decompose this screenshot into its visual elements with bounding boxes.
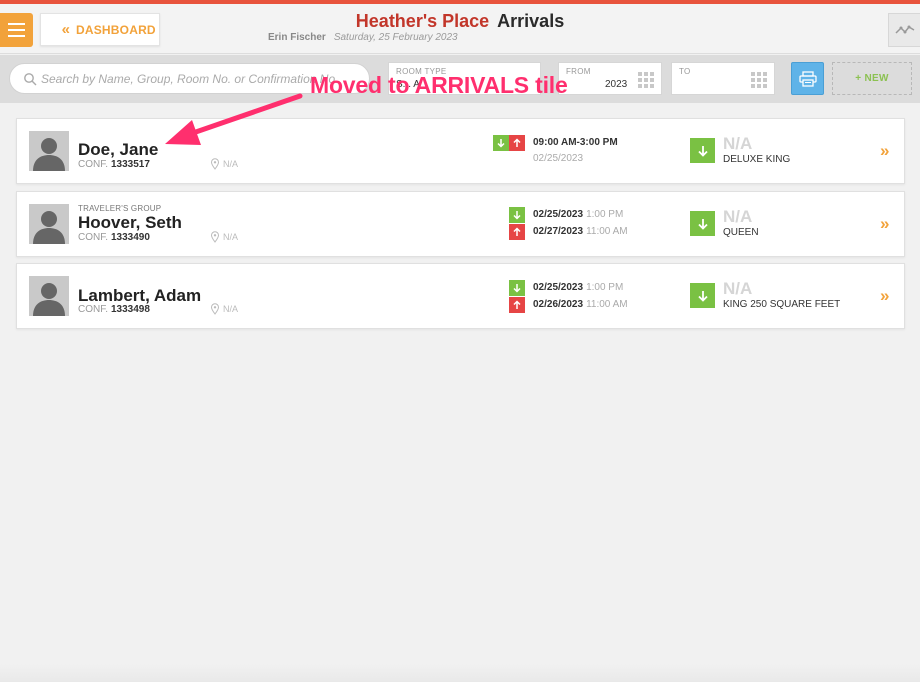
location: N/A	[210, 231, 238, 243]
avatar-icon	[29, 204, 69, 244]
grid-icon[interactable]	[751, 72, 767, 88]
departure-datetime: 02/26/2023 11:00 AM	[533, 299, 628, 310]
room-type: KING 250 SQUARE FEET	[723, 299, 841, 310]
avatar-icon	[29, 276, 69, 316]
room-number: N/A	[723, 207, 753, 226]
bottom-shade	[0, 664, 920, 682]
location-pin-icon	[210, 303, 220, 315]
from-label: FROM	[566, 67, 591, 76]
arrow-down-icon	[493, 135, 509, 151]
grid-icon[interactable]	[638, 72, 654, 88]
avatar-icon	[29, 131, 69, 171]
annotation-text: Moved to ARRIVALS tile	[310, 72, 568, 98]
from-value: 2023	[605, 79, 628, 90]
room-arrow-down-icon	[690, 138, 715, 163]
arrow-down-icon	[509, 280, 525, 296]
arrow-up-icon	[509, 135, 525, 151]
activity-button[interactable]	[888, 13, 920, 47]
room-type: QUEEN	[723, 227, 759, 238]
user-name: Erin Fischer	[268, 32, 326, 43]
guest-name: Lambert, Adam	[78, 286, 202, 305]
hotel-name: Heather's Place	[355, 11, 490, 31]
from-date-field[interactable]: FROM 2023	[558, 62, 662, 95]
location: N/A	[210, 158, 238, 170]
arrival-datetime: 02/25/2023 1:00 PM	[533, 209, 624, 220]
arrival-datetime: 02/25/2023 1:00 PM	[533, 282, 624, 293]
search-icon	[24, 72, 37, 85]
confirmation-number: CONF. 1333490	[78, 232, 150, 243]
page-title: Heather's Place Arrivals	[0, 11, 920, 32]
reservation-date: 02/25/2023	[533, 153, 584, 164]
time-range: 09:00 AM-3:00 PM	[533, 137, 618, 148]
user-date-line: Erin Fischer Saturday, 25 February 2023	[268, 32, 458, 43]
arrow-down-icon	[509, 207, 525, 223]
printer-icon	[798, 70, 817, 87]
confirmation-number: CONF. 1333498	[78, 304, 150, 315]
activity-icon	[894, 25, 914, 34]
header-bar: « DASHBOARD Heather's Place Arrivals Erin…	[0, 4, 920, 54]
reservation-card-hoover-seth[interactable]: TRAVELER'S GROUP Hoover, Seth CONF. 13334…	[16, 191, 905, 257]
departure-datetime: 02/27/2023 11:00 AM	[533, 226, 628, 237]
new-reservation-button[interactable]: + NEW	[832, 62, 912, 95]
double-chevron-right-icon[interactable]: »	[880, 286, 890, 306]
room-type: DELUXE KING	[723, 154, 791, 165]
room-arrow-down-icon	[690, 283, 715, 308]
room-arrow-down-icon	[690, 211, 715, 236]
print-button[interactable]	[791, 62, 824, 95]
room-number: N/A	[723, 134, 753, 153]
location: N/A	[210, 303, 238, 315]
to-label: TO	[679, 67, 691, 76]
room-number: N/A	[723, 279, 753, 298]
confirmation-number: CONF. 1333517	[78, 159, 150, 170]
arrow-up-icon	[509, 297, 525, 313]
guest-name: Doe, Jane	[78, 140, 159, 159]
group-name: TRAVELER'S GROUP	[78, 204, 162, 213]
location-pin-icon	[210, 158, 220, 170]
location-pin-icon	[210, 231, 220, 243]
reservation-card-doe-jane[interactable]: Doe, Jane CONF. 1333517 N/A 09:00 AM-3:00…	[16, 118, 905, 184]
current-date: Saturday, 25 February 2023	[333, 32, 458, 43]
double-chevron-right-icon[interactable]: »	[880, 141, 890, 161]
reservation-card-lambert-adam[interactable]: Lambert, Adam CONF. 1333498 N/A 02/25/202…	[16, 263, 905, 329]
double-chevron-right-icon[interactable]: »	[880, 214, 890, 234]
arrow-up-icon	[509, 224, 525, 240]
page-name: Arrivals	[497, 11, 565, 31]
to-date-field[interactable]: TO	[671, 62, 775, 95]
guest-name: Hoover, Seth	[78, 213, 182, 232]
